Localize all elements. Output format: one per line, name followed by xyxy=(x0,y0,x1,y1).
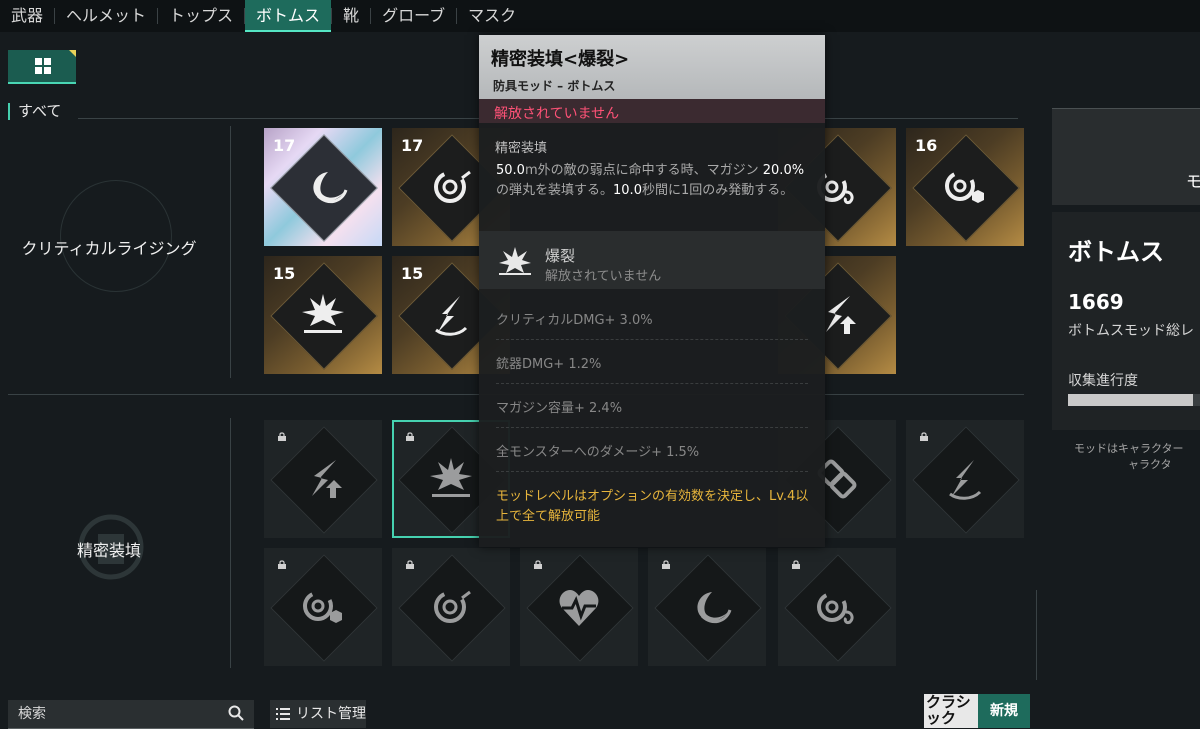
total-mod-level-label: ボトムスモッド総レ xyxy=(1068,323,1194,339)
stat-line: 全モンスターへのダメージ+ 1.5% xyxy=(496,441,808,472)
classic-view-button[interactable]: クラシック xyxy=(924,694,978,728)
tab-bottoms[interactable]: ボトムス xyxy=(245,0,332,32)
bottoms-banner xyxy=(1052,108,1200,205)
tab-shoes[interactable]: 靴 xyxy=(332,0,370,32)
new-indicator xyxy=(69,50,76,57)
total-mod-level: 1669 xyxy=(1068,290,1124,314)
mod-card[interactable]: 17 xyxy=(264,128,382,246)
desc-value: 10.0 xyxy=(613,183,642,198)
lock-icon xyxy=(662,560,670,569)
lock-icon xyxy=(278,432,286,441)
group-divider xyxy=(230,418,231,668)
mod-card[interactable]: 16 xyxy=(906,128,1024,246)
mod-card[interactable] xyxy=(392,548,510,666)
new-view-button[interactable]: 新規 xyxy=(978,694,1030,728)
desc-text: 秒間に1回のみ発動する。 xyxy=(641,183,794,198)
burst-icon xyxy=(430,458,472,497)
tooltip-subtitle: 防具モッド – ボトムス xyxy=(493,79,616,93)
collection-progress-label: 収集進行度 xyxy=(1068,373,1138,389)
filter-all-label[interactable]: すべて xyxy=(8,103,61,120)
secondary-effect-name: 爆裂 xyxy=(545,247,576,265)
wave-icon xyxy=(697,592,732,624)
stat-line: 銃器DMG+ 1.2% xyxy=(496,353,808,384)
burst-icon xyxy=(499,247,531,275)
tab-gloves[interactable]: グローブ xyxy=(371,0,456,32)
group-emblem xyxy=(60,180,172,292)
heartbeat-icon xyxy=(559,590,599,626)
lock-icon xyxy=(278,560,286,569)
desc-text: の弾丸を装填する。 xyxy=(496,183,614,198)
tab-mask[interactable]: マスク xyxy=(457,0,527,32)
search-box xyxy=(8,700,254,729)
card-level: 15 xyxy=(401,264,424,283)
lock-icon xyxy=(920,432,928,441)
stat-line: マガジン容量+ 2.4% xyxy=(496,397,808,428)
slash-arrow-icon xyxy=(312,460,342,498)
swirl-hex-icon xyxy=(303,591,342,623)
progress-fill xyxy=(1068,394,1194,406)
lock-icon xyxy=(792,560,800,569)
swirl-hook-icon xyxy=(817,592,854,624)
tab-helmet[interactable]: ヘルメット xyxy=(55,0,157,32)
mod-card[interactable] xyxy=(648,548,766,666)
mod-card[interactable] xyxy=(264,548,382,666)
effect-description: 50.0m外の敵の弱点に命中する時、マガジン 20.0% の弾丸を装填する。10.… xyxy=(496,161,811,201)
swirl-hex-icon xyxy=(945,171,984,203)
effect-name: 精密装填 xyxy=(495,141,548,156)
mod-card[interactable] xyxy=(906,420,1024,538)
desc-text: m外の敵の弱点に命中する時、マガジン xyxy=(524,163,759,178)
desc-value: 50.0 xyxy=(496,163,525,178)
category-tabs: 武器 ヘルメット トップス ボトムス 靴 グローブ マスク xyxy=(0,0,1200,32)
card-level: 17 xyxy=(401,136,424,155)
grid-view-button[interactable] xyxy=(8,50,76,84)
search-input[interactable] xyxy=(16,703,220,725)
lock-icon xyxy=(406,432,414,441)
lock-icon xyxy=(534,560,542,569)
card-level: 15 xyxy=(273,264,296,283)
card-level: 16 xyxy=(915,136,938,155)
mod-card[interactable] xyxy=(264,420,382,538)
mod-card[interactable]: 15 xyxy=(264,256,382,374)
panel-note: モッドはキャラクター xyxy=(1074,442,1184,455)
banner-text: モ xyxy=(1186,172,1200,191)
burst-icon xyxy=(302,294,344,333)
panel-note: ャラクタ xyxy=(1128,458,1172,471)
card-level: 17 xyxy=(273,136,296,155)
mod-card[interactable] xyxy=(778,548,896,666)
swirl-icon xyxy=(434,590,471,623)
search-icon[interactable] xyxy=(228,705,244,721)
list-icon xyxy=(276,708,290,720)
lock-icon xyxy=(406,560,414,569)
grid-icon xyxy=(35,58,51,74)
crack-arrow-icon xyxy=(435,296,468,336)
group-label-critical-rising: クリティカルライジング xyxy=(21,239,197,258)
group-divider xyxy=(230,126,231,378)
tooltip-title: 精密装填<爆裂> xyxy=(491,49,630,70)
mod-card[interactable] xyxy=(520,548,638,666)
desc-value: 20.0% xyxy=(762,163,805,178)
tab-tops[interactable]: トップス xyxy=(158,0,244,32)
mod-tooltip: 精密装填<爆裂> 防具モッド – ボトムス 解放されていません 精密装填 50.… xyxy=(479,35,825,547)
wave-icon xyxy=(313,172,348,204)
scrollbar[interactable] xyxy=(1036,590,1037,680)
stat-line: クリティカルDMG+ 3.0% xyxy=(496,309,808,340)
group-label-precision-reload: 精密装填 xyxy=(76,541,141,560)
secondary-effect-status: 解放されていません xyxy=(545,269,662,284)
collection-progress-bar xyxy=(1068,394,1200,406)
tooltip-note: モッドレベルはオプションの有効数を決定し、Lv.4以上で全て解放可能 xyxy=(496,489,809,524)
panel-title: ボトムス xyxy=(1068,238,1164,266)
tab-weapon[interactable]: 武器 xyxy=(0,0,54,32)
swirl-icon xyxy=(434,170,471,203)
tooltip-status: 解放されていません xyxy=(494,106,620,122)
crack-arrow-icon xyxy=(949,460,982,500)
